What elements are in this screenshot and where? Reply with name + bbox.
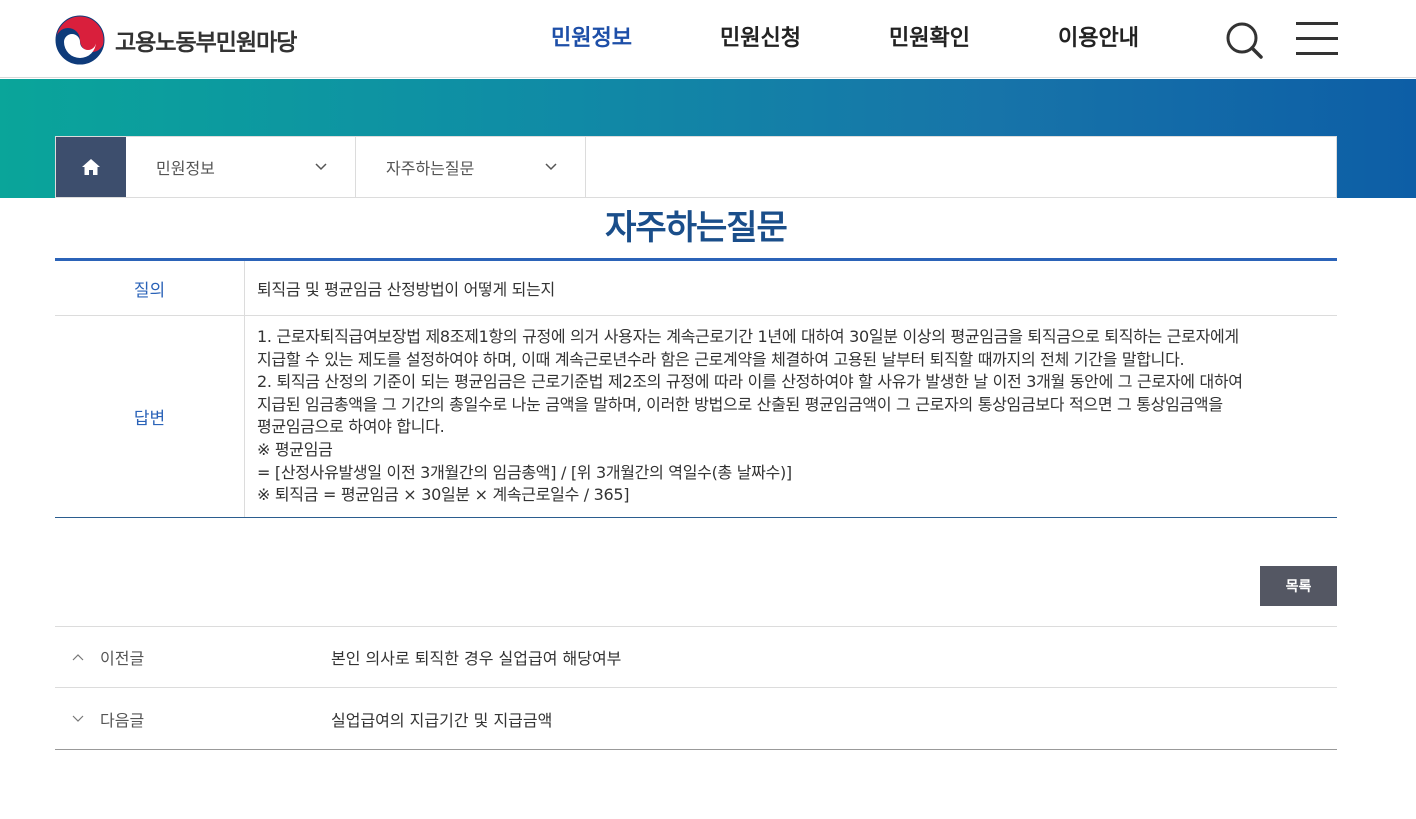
chevron-down-icon — [315, 163, 327, 171]
breadcrumb-dropdown-level1[interactable]: 민원정보 — [126, 137, 356, 197]
prev-next-navigation: 이전글 본인 의사로 퇴직한 경우 실업급여 해당여부 다음글 실업급여의 지급… — [55, 626, 1337, 750]
nav-item-complaint-apply[interactable]: 민원신청 — [720, 20, 801, 52]
faq-detail-table: 질의 퇴직금 및 평균임금 산정방법이 어떻게 되는지 답변 1. 근로자퇴직급… — [55, 258, 1337, 518]
site-logo[interactable]: 고용노동부민원마당 — [55, 15, 297, 65]
answer-line: 지급된 임금총액을 그 기간의 총일수로 나눈 금액을 말하며, 이러한 방법으… — [257, 394, 1223, 414]
home-icon — [82, 159, 100, 175]
answer-line: 평균임금으로 하여야 합니다. — [257, 417, 445, 437]
list-button[interactable]: 목록 — [1260, 566, 1337, 606]
answer-row: 답변 1. 근로자퇴직급여보장법 제8조제1항의 규정에 의거 사용자는 계속근… — [55, 316, 1337, 517]
prev-post-title[interactable]: 본인 의사로 퇴직한 경우 실업급여 해당여부 — [331, 645, 621, 669]
breadcrumb-level2-label: 자주하는질문 — [386, 159, 475, 178]
prev-post-label: 이전글 — [100, 649, 145, 668]
answer-line: 지급할 수 있는 제도를 설정하여야 하며, 이때 계속근로년수라 함은 근로계… — [257, 349, 1185, 369]
search-icon — [1226, 22, 1263, 59]
next-post-title[interactable]: 실업급여의 지급기간 및 지급금액 — [331, 707, 552, 731]
answer-label: 답변 — [55, 316, 245, 517]
breadcrumb-dropdown-level2[interactable]: 자주하는질문 — [356, 137, 586, 197]
breadcrumb: 민원정보 자주하는질문 — [55, 136, 1337, 198]
question-label: 질의 — [55, 261, 245, 315]
chevron-down-icon — [55, 715, 100, 723]
prev-post-link[interactable]: 이전글 본인 의사로 퇴직한 경우 실업급여 해당여부 — [55, 627, 1337, 688]
question-text: 퇴직금 및 평균임금 산정방법이 어떻게 되는지 — [257, 280, 555, 299]
nav-item-complaint-info[interactable]: 민원정보 — [551, 20, 632, 52]
chevron-down-icon — [545, 163, 557, 171]
answer-line: ※ 평균임금 — [257, 439, 333, 459]
answer-text: 1. 근로자퇴직급여보장법 제8조제1항의 규정에 의거 사용자는 계속근로기간… — [245, 316, 1337, 517]
chevron-up-icon — [55, 653, 100, 661]
nav-item-complaint-check[interactable]: 민원확인 — [889, 20, 970, 52]
search-button[interactable] — [1224, 20, 1264, 60]
answer-line: 1. 근로자퇴직급여보장법 제8조제1항의 규정에 의거 사용자는 계속근로기간… — [257, 327, 1239, 346]
hamburger-menu-icon[interactable] — [1296, 22, 1338, 56]
site-name: 고용노동부민원마당 — [115, 30, 297, 56]
government-emblem-icon — [55, 15, 105, 65]
answer-line: ※ 퇴직금 = 평균임금 × 30일분 × 계속근로일수 / 365] — [257, 485, 630, 505]
next-post-label: 다음글 — [100, 710, 145, 730]
question-row: 질의 퇴직금 및 평균임금 산정방법이 어떻게 되는지 — [55, 261, 1337, 316]
nav-item-usage-guide[interactable]: 이용안내 — [1058, 20, 1139, 52]
breadcrumb-home-button[interactable] — [56, 137, 126, 197]
next-post-link[interactable]: 다음글 실업급여의 지급기간 및 지급금액 — [55, 688, 1337, 749]
answer-line: = [산정사유발생일 이전 3개월간의 임금총액] / [위 3개월간의 역일수… — [257, 462, 792, 482]
breadcrumb-level1-label: 민원정보 — [156, 159, 215, 178]
answer-line: 2. 퇴직금 산정의 기준이 되는 평균임금은 근로기준법 제2조의 규정에 따… — [257, 372, 1243, 392]
page-title: 자주하는질문 — [605, 208, 788, 248]
site-header: 고용노동부민원마당 민원정보 민원신청 민원확인 이용안내 — [0, 0, 1416, 78]
